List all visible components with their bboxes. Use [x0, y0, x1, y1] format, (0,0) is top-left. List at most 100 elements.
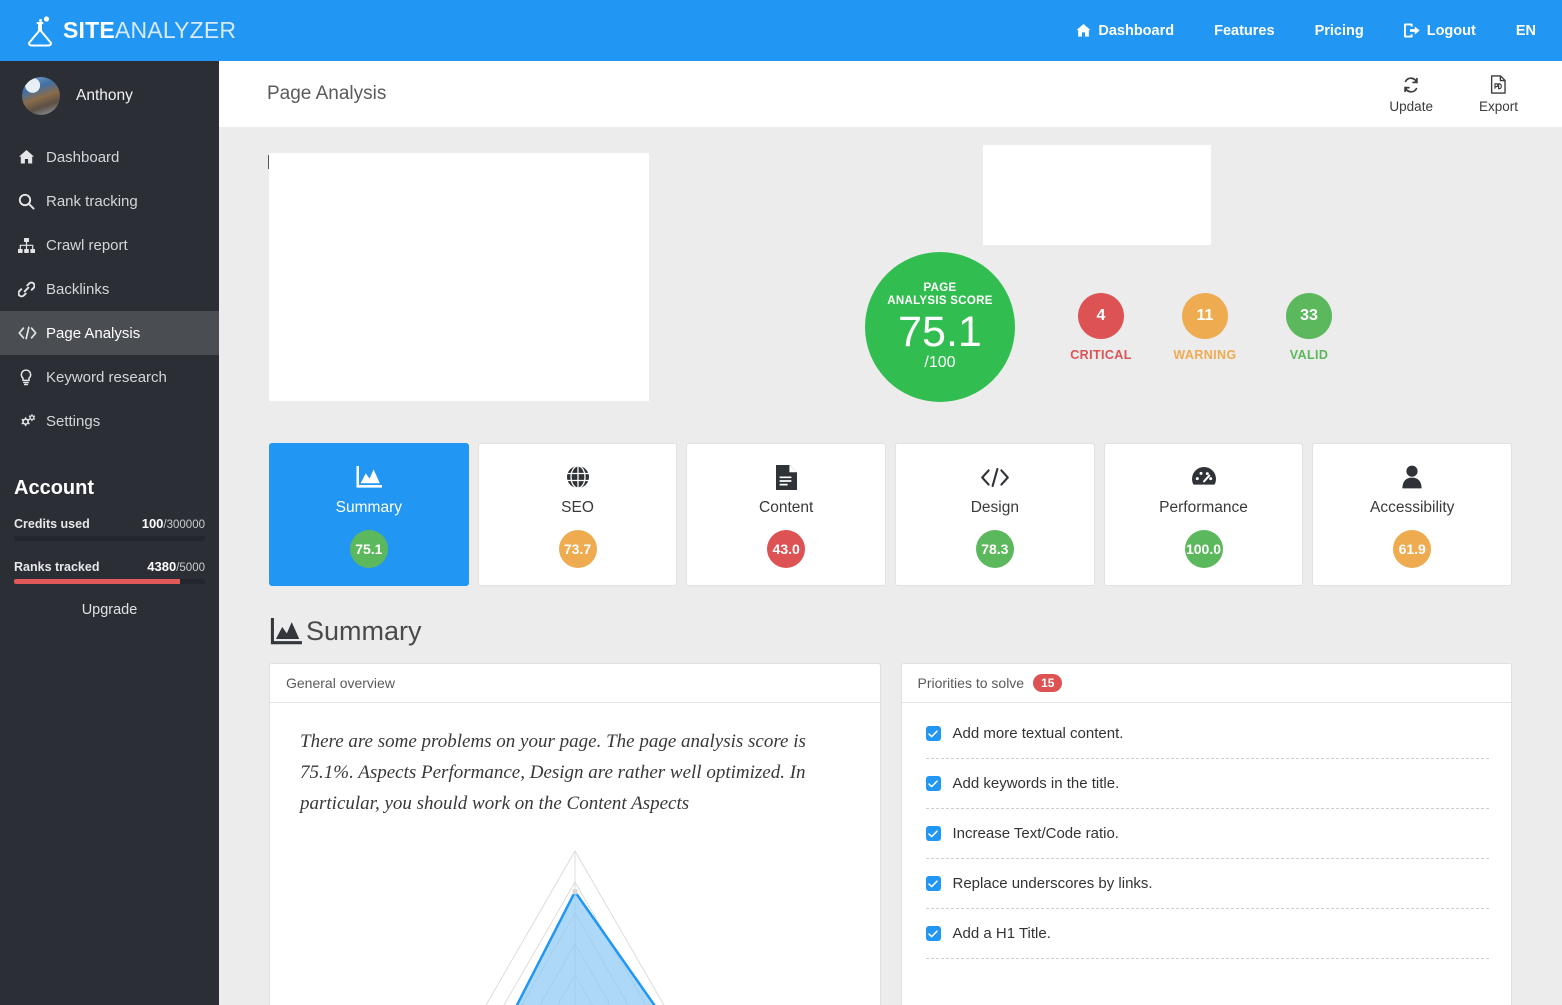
priority-label: Add more textual content.: [952, 725, 1124, 742]
sidebar-item-backlinks[interactable]: Backlinks: [0, 267, 219, 311]
credits-total-value: /300000: [163, 519, 205, 531]
sidebar-item-crawl-report[interactable]: Crawl report: [0, 223, 219, 267]
export-button[interactable]: Export: [1479, 75, 1518, 114]
panel-header: General overview: [270, 664, 880, 703]
priority-checkbox[interactable]: [925, 826, 941, 841]
tab-design[interactable]: Design 78.3: [895, 443, 1095, 586]
account-section: Account Credits used 100/300000 Ranks tr…: [0, 443, 219, 618]
tab-summary[interactable]: Summary 75.1: [269, 443, 469, 586]
file-pdf-icon: [1490, 75, 1507, 95]
credits-progress-bar: [14, 536, 205, 541]
topnav-item-language[interactable]: EN: [1516, 23, 1536, 39]
top-navigation: Dashboard Features Pricing Logout EN: [1036, 23, 1562, 39]
tab-label: Summary: [335, 499, 402, 516]
tab-score-badge: 73.7: [558, 530, 597, 568]
score-caption-line2: ANALYSIS SCORE: [887, 295, 993, 308]
upgrade-link[interactable]: Upgrade: [14, 602, 205, 618]
tab-score-badge: 61.9: [1393, 530, 1432, 568]
top-bar: SITEANALYZER Dashboard Features Pricing …: [0, 0, 1562, 61]
priority-label: Add keywords in the title.: [952, 775, 1120, 792]
ranks-tracked-label: Ranks tracked: [14, 560, 100, 574]
credits-used-row: Credits used 100/300000: [14, 516, 205, 531]
tab-score-badge: 100.0: [1184, 530, 1223, 568]
sidebar-item-dashboard[interactable]: Dashboard: [0, 135, 219, 179]
tab-seo[interactable]: SEO 73.7: [477, 443, 678, 586]
priority-checkbox[interactable]: [925, 776, 941, 791]
topnav-item-features[interactable]: Features: [1214, 23, 1274, 39]
scores-radar-chart: SEOPerformanceAccessibility: [485, 849, 665, 1005]
account-title: Account: [14, 477, 94, 499]
list-item[interactable]: Add more textual content.: [902, 709, 1512, 758]
score-denominator: /100: [924, 353, 956, 371]
stat-warning[interactable]: 11 WARNING: [1153, 293, 1257, 362]
list-item[interactable]: Replace underscores by links.: [902, 859, 1512, 908]
brand-logo[interactable]: SITEANALYZER: [22, 14, 236, 48]
list-item[interactable]: Increase Text/Code ratio.: [902, 809, 1512, 858]
area-chart-icon: [355, 462, 383, 492]
topnav-item-dashboard[interactable]: Dashboard: [1076, 23, 1174, 39]
credits-used-label: Credits used: [14, 517, 90, 531]
priority-checkbox[interactable]: [925, 726, 941, 741]
refresh-icon: [1402, 75, 1420, 95]
topnav-item-pricing[interactable]: Pricing: [1315, 23, 1364, 39]
lightbulb-icon: [18, 368, 44, 386]
sidebar-nav: Dashboard Rank tracking Crawl report Bac…: [0, 135, 219, 443]
sidebar-item-label: Crawl report: [46, 236, 128, 254]
sidebar-item-label: Dashboard: [46, 148, 120, 166]
home-icon: [18, 149, 44, 165]
stat-critical[interactable]: 4 CRITICAL: [1049, 293, 1153, 362]
tab-score-badge: 43.0: [767, 530, 806, 568]
stat-valid[interactable]: 33 VALID: [1257, 293, 1361, 362]
panel-header: Priorities to solve 15: [901, 664, 1511, 703]
export-label: Export: [1478, 98, 1518, 114]
area-chart-icon: [269, 617, 302, 646]
page-header: Page Analysis Update Export: [219, 61, 1562, 127]
list-item[interactable]: Add a H1 Title.: [902, 909, 1512, 958]
sidebar-item-keyword-research[interactable]: Keyword research: [0, 355, 219, 399]
sidebar-item-settings[interactable]: Settings: [0, 399, 219, 443]
profile-name: Anthony: [76, 87, 133, 104]
tab-performance[interactable]: Performance 100.0: [1103, 443, 1304, 586]
section-title-label: Summary: [306, 616, 422, 646]
sidebar-item-label: Rank tracking: [46, 192, 138, 210]
score-summary: PAGE ANALYSIS SCORE 75.1 /100 4 CRITICAL…: [865, 252, 1361, 402]
sitemap-icon: [18, 237, 44, 253]
priority-checkbox[interactable]: [925, 926, 941, 941]
general-overview-text: There are some problems on your page. Th…: [300, 731, 806, 814]
code-icon: [18, 326, 44, 340]
page-analysis-score-circle: PAGE ANALYSIS SCORE 75.1 /100: [865, 252, 1015, 402]
tab-label: Design: [970, 499, 1019, 516]
sidebar-item-label: Page Analysis: [46, 324, 141, 342]
priority-label: Replace underscores by links.: [952, 875, 1153, 892]
ranks-progress-bar: [14, 579, 205, 584]
update-label: Update: [1389, 98, 1433, 114]
sidebar-profile[interactable]: Anthony: [0, 61, 219, 131]
tab-accessibility[interactable]: Accessibility 61.9: [1312, 443, 1513, 586]
main-content: PAGE ANALYSIS SCORE 75.1 /100 4 CRITICAL…: [219, 127, 1562, 1005]
score-caption-line1: PAGE: [923, 282, 957, 295]
ranks-tracked-value: 4380: [147, 559, 177, 574]
priorities-panel: Priorities to solve 15 Add more textual …: [900, 663, 1512, 1005]
list-item[interactable]: Add keywords in the title.: [902, 759, 1512, 808]
tab-content[interactable]: Content 43.0: [686, 443, 887, 586]
sidebar-item-rank-tracking[interactable]: Rank tracking: [0, 179, 219, 223]
sidebar-item-page-analysis[interactable]: Page Analysis: [0, 311, 219, 355]
priority-checkbox[interactable]: [925, 876, 941, 891]
update-button[interactable]: Update: [1389, 75, 1433, 114]
category-tabs: Summary 75.1 SEO 73.7 Content 43.0 Desig…: [269, 443, 1513, 586]
gears-icon: [18, 413, 44, 430]
user-icon: [1402, 462, 1422, 492]
home-icon: [1076, 23, 1091, 38]
list-separator: [925, 958, 1489, 959]
priorities-list: Add more textual content. Add keywords i…: [902, 703, 1512, 959]
tab-score-badge: 75.1: [349, 530, 388, 568]
hero-area: PAGE ANALYSIS SCORE 75.1 /100 4 CRITICAL…: [219, 127, 1562, 427]
tab-label: Accessibility: [1369, 499, 1455, 516]
avatar: [22, 77, 60, 115]
link-icon: [18, 281, 44, 298]
warning-label: WARNING: [1173, 348, 1237, 362]
topnav-item-logout[interactable]: Logout: [1403, 23, 1476, 39]
valid-label: VALID: [1289, 348, 1329, 362]
warning-count-badge: 11: [1182, 293, 1228, 339]
tab-label: Performance: [1159, 499, 1248, 516]
